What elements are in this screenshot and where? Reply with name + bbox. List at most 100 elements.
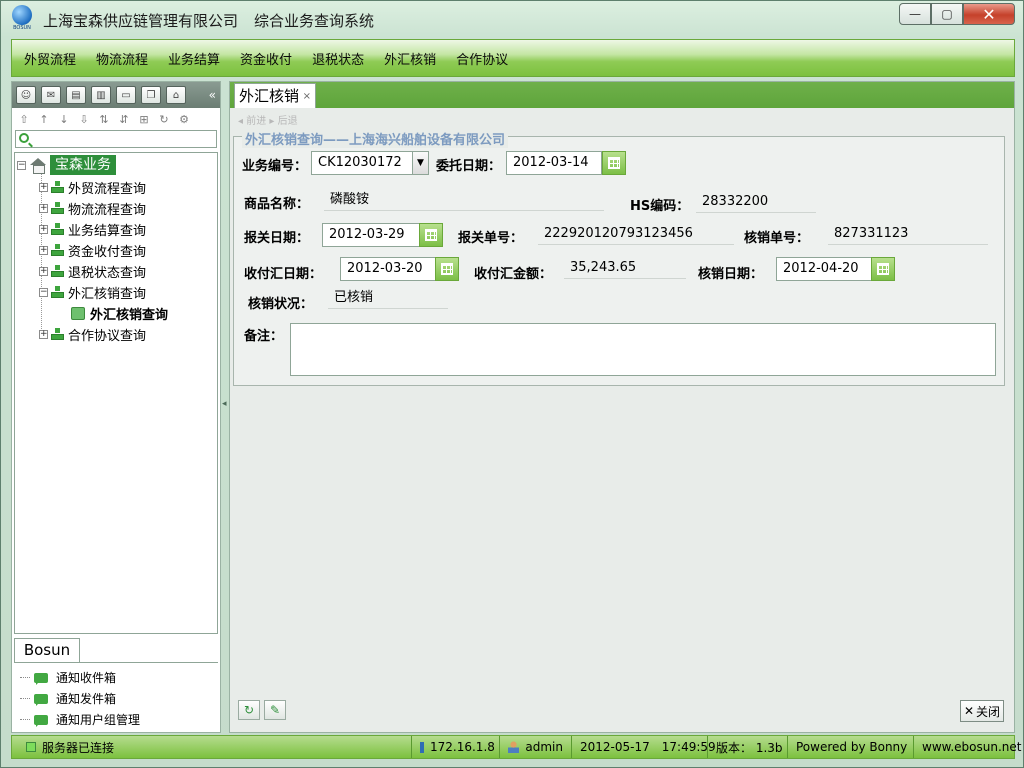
notice-inbox[interactable]: 通知收件箱 <box>20 667 216 688</box>
edit-icon[interactable]: ✎ <box>264 700 286 720</box>
entrust-date-field[interactable]: 2012-03-14 <box>506 151 602 175</box>
node-icon <box>51 202 64 215</box>
expand-toggle-icon[interactable]: + <box>39 267 48 276</box>
tree-search-input[interactable] <box>15 130 217 148</box>
verify-no-value: 827331123 <box>828 223 988 245</box>
panel-splitter[interactable]: ◂ <box>222 81 228 733</box>
copy-icon[interactable]: ❐ <box>141 86 161 104</box>
tree-item-label: 外汇核销查询 <box>68 287 147 302</box>
notice-label: 通知发件箱 <box>56 692 117 706</box>
maximize-button[interactable]: ▢ <box>931 3 963 25</box>
message-icon <box>34 714 48 727</box>
user-text: admin <box>525 740 563 754</box>
move-top-icon[interactable]: ⇧ <box>16 113 32 126</box>
business-no-select[interactable]: CK12030172 ▼ <box>311 151 429 175</box>
server-status-text: 服务器已连接 <box>42 740 115 755</box>
menu-settlement[interactable]: 业务结算 <box>168 49 220 68</box>
menu-funds[interactable]: 资金收付 <box>240 49 292 68</box>
notice-outbox[interactable]: 通知发件箱 <box>20 688 216 709</box>
tab-close-icon[interactable]: × <box>303 85 311 109</box>
expand-all-icon[interactable]: ⊞ <box>136 113 152 126</box>
bosun-tab[interactable]: Bosun <box>14 638 80 662</box>
sort-desc-icon[interactable]: ⇵ <box>116 113 132 126</box>
version-segment: 版本： 1.3b <box>708 736 788 758</box>
splitter-arrow-icon[interactable]: ◂ <box>222 399 227 409</box>
calendar-icon <box>877 263 889 275</box>
tree-root-label[interactable]: 宝森业务 <box>50 155 116 175</box>
remark-label: 备注： <box>244 329 284 344</box>
calendar-icon <box>608 157 620 169</box>
move-down-icon[interactable]: ↓ <box>56 113 72 126</box>
move-bottom-icon[interactable]: ⇩ <box>76 113 92 126</box>
panel-toolbar: ☺ ✉ ▤ ▥ ▭ ❐ ⌂ « <box>12 82 220 108</box>
tree-item-foreign-trade[interactable]: + 外贸流程查询 <box>15 177 215 198</box>
remark-textarea[interactable] <box>290 323 996 376</box>
refresh-icon[interactable]: ↻ <box>238 700 260 720</box>
node-icon <box>51 244 64 257</box>
tree-item-forex-verification[interactable]: − 外汇核销查询 <box>15 282 215 303</box>
document-icon[interactable]: ▤ <box>66 86 86 104</box>
tab-forex-verification[interactable]: 外汇核销 × <box>234 83 316 108</box>
tree-item-forex-verification-query[interactable]: 外汇核销查询 <box>15 303 215 324</box>
form-legend: 外汇核销查询——上海海兴船舶设备有限公司 <box>242 129 509 148</box>
home-icon[interactable]: ⌂ <box>166 86 186 104</box>
expand-toggle-icon[interactable]: + <box>39 330 48 339</box>
company-name: 上海宝森供应链管理有限公司 <box>43 12 239 30</box>
tree-root[interactable]: − 宝森业务 <box>17 155 116 175</box>
window-controls: — ▢ ✕ <box>899 3 1015 25</box>
expand-toggle-icon[interactable]: + <box>39 204 48 213</box>
title-bar: BOSUN 上海宝森供应链管理有限公司 综合业务查询系统 — ▢ ✕ <box>1 1 1023 37</box>
entrust-date-label: 委托日期： <box>436 159 502 174</box>
collapse-panel-icon[interactable]: « <box>209 88 216 102</box>
tree-item-funds[interactable]: + 资金收付查询 <box>15 240 215 261</box>
refresh-tree-icon[interactable]: ↻ <box>156 113 172 126</box>
chevron-down-icon[interactable]: ▼ <box>412 152 428 174</box>
globe-icon <box>12 5 32 25</box>
verify-date-field[interactable]: 2012-04-20 <box>776 257 872 281</box>
collapse-toggle-icon[interactable]: − <box>39 288 48 297</box>
close-button[interactable]: ✕ 关闭 <box>960 700 1004 722</box>
version-text: 版本： 1.3b <box>716 740 783 755</box>
customs-date-calendar-button[interactable] <box>419 223 443 247</box>
search-icon <box>19 133 29 143</box>
chart-icon[interactable]: ▥ <box>91 86 111 104</box>
tree-tools: ⇧ ↑ ↓ ⇩ ⇅ ⇵ ⊞ ↻ ⚙ <box>12 108 220 130</box>
mail-icon[interactable]: ✉ <box>41 86 61 104</box>
menu-tax-refund[interactable]: 退税状态 <box>312 49 364 68</box>
tree-item-logistics[interactable]: + 物流流程查询 <box>15 198 215 219</box>
expand-toggle-icon[interactable]: + <box>39 246 48 255</box>
expand-toggle-icon[interactable]: + <box>39 225 48 234</box>
tree-item-label: 合作协议查询 <box>68 329 147 344</box>
customs-date-field[interactable]: 2012-03-29 <box>322 223 420 247</box>
menu-logistics[interactable]: 物流流程 <box>96 49 148 68</box>
settings-icon[interactable]: ⚙ <box>176 113 192 126</box>
menu-agreements[interactable]: 合作协议 <box>456 49 508 68</box>
close-window-button[interactable]: ✕ <box>963 3 1015 25</box>
minimize-button[interactable]: — <box>899 3 931 25</box>
entrust-date-calendar-button[interactable] <box>602 151 626 175</box>
ip-text: 172.16.1.8 <box>430 740 495 754</box>
menu-forex-verification[interactable]: 外汇核销 <box>384 49 436 68</box>
move-up-icon[interactable]: ↑ <box>36 113 52 126</box>
application-window: BOSUN 上海宝森供应链管理有限公司 综合业务查询系统 — ▢ ✕ 外贸流程 物… <box>0 0 1024 768</box>
system-name: 综合业务查询系统 <box>254 12 375 30</box>
datetime-segment: 2012-05-17 17:49:59 <box>572 736 716 758</box>
site-segment: www.ebosun.net <box>914 736 1021 758</box>
expand-toggle-icon[interactable]: + <box>39 183 48 192</box>
collapse-toggle-icon[interactable]: − <box>17 160 26 170</box>
receipt-date-field[interactable]: 2012-03-20 <box>340 257 436 281</box>
node-icon <box>51 223 64 236</box>
tree-item-agreements[interactable]: + 合作协议查询 <box>15 324 215 345</box>
verify-date-calendar-button[interactable] <box>871 257 895 281</box>
sub-navigation[interactable]: ◂ 前进 ▸ 后退 <box>238 112 298 127</box>
site-link[interactable]: www.ebosun.net <box>922 740 1021 754</box>
sort-asc-icon[interactable]: ⇅ <box>96 113 112 126</box>
notice-list: 通知收件箱 通知发件箱 通知用户组管理 <box>20 667 216 730</box>
window-icon[interactable]: ▭ <box>116 86 136 104</box>
menu-foreign-trade[interactable]: 外贸流程 <box>24 49 76 68</box>
users-icon[interactable]: ☺ <box>16 86 36 104</box>
receipt-date-calendar-button[interactable] <box>435 257 459 281</box>
tree-item-settlement[interactable]: + 业务结算查询 <box>15 219 215 240</box>
notice-group-management[interactable]: 通知用户组管理 <box>20 709 216 730</box>
tree-item-tax-refund[interactable]: + 退税状态查询 <box>15 261 215 282</box>
